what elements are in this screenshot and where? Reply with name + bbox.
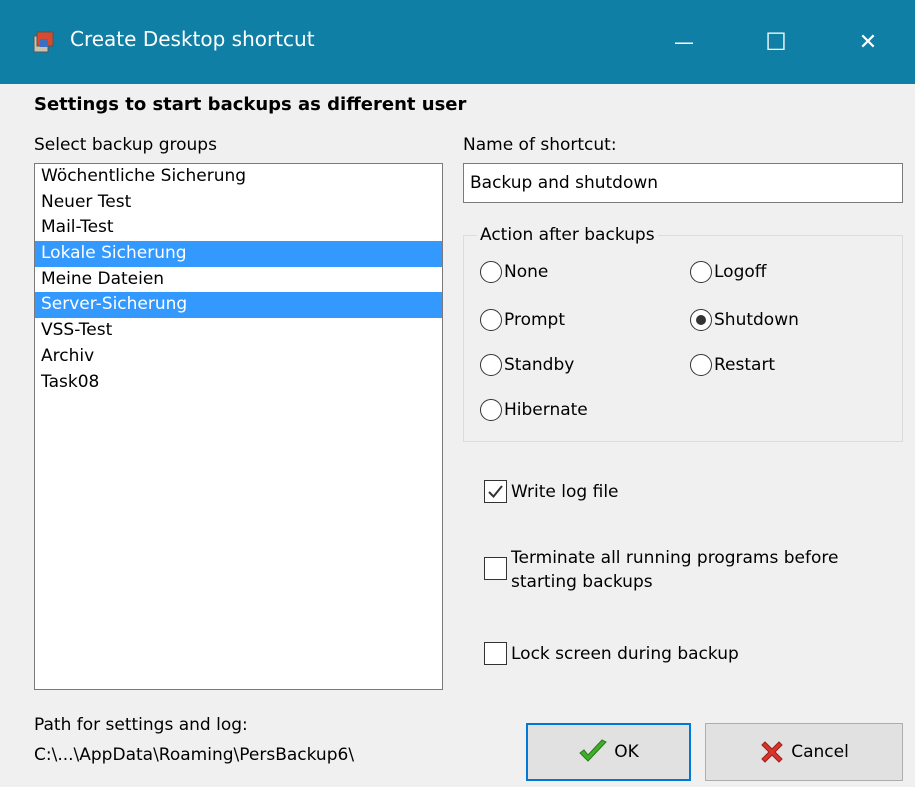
radio-logoff-label: Logoff	[714, 262, 767, 282]
radio-prompt-indicator	[480, 309, 502, 331]
minimize-icon: —	[674, 30, 694, 54]
close-icon: ✕	[858, 29, 878, 55]
lock-screen-checkbox[interactable]: Lock screen during backup	[484, 642, 739, 665]
terminate-programs-label-line1: Terminate all running programs before	[511, 548, 839, 568]
radio-standby-label: Standby	[504, 355, 575, 375]
radio-standby[interactable]: Standby	[480, 354, 574, 376]
window-title: Create Desktop shortcut	[70, 27, 315, 51]
radio-restart-indicator	[690, 354, 712, 376]
radio-logoff-indicator	[690, 261, 712, 283]
radio-restart[interactable]: Restart	[690, 354, 775, 376]
lock-screen-box	[484, 642, 507, 665]
cancel-label: Cancel	[791, 742, 849, 762]
radio-hibernate-label: Hibernate	[504, 400, 588, 420]
radio-prompt[interactable]: Prompt	[480, 309, 565, 331]
backup-groups-list[interactable]: Wöchentliche Sicherung Neuer Test Mail-Tes…	[34, 163, 443, 690]
radio-logoff[interactable]: Logoff	[690, 261, 766, 283]
radio-restart-label: Restart	[714, 355, 776, 375]
check-icon	[579, 739, 608, 762]
maximize-icon: ☐	[765, 28, 787, 56]
backup-groups-label: Select backup groups	[34, 135, 217, 155]
list-item[interactable]: Neuer Test	[35, 190, 442, 216]
radio-none[interactable]: None	[480, 261, 548, 283]
minimize-button[interactable]: —	[654, 14, 714, 70]
path-value: C:\...\AppData\Roaming\PersBackup6\	[34, 745, 355, 765]
lock-screen-label: Lock screen during backup	[511, 643, 739, 664]
terminate-programs-label-line2: starting backups	[511, 572, 653, 592]
radio-hibernate[interactable]: Hibernate	[480, 399, 588, 421]
title-bar: Create Desktop shortcut — ☐ ✕	[0, 0, 915, 84]
close-button[interactable]: ✕	[838, 14, 898, 70]
maximize-button[interactable]: ☐	[746, 14, 806, 70]
radio-shutdown-indicator	[690, 309, 712, 331]
section-title: Settings to start backups as different u…	[34, 94, 467, 115]
terminate-programs-label: Terminate all running programs before st…	[511, 546, 838, 594]
radio-none-label: None	[504, 262, 549, 282]
cancel-button[interactable]: Cancel	[705, 723, 903, 781]
list-item[interactable]: Wöchentliche Sicherung	[35, 164, 442, 190]
radio-prompt-label: Prompt	[504, 310, 565, 330]
list-item[interactable]: Lokale Sicherung	[35, 241, 442, 267]
radio-standby-indicator	[480, 354, 502, 376]
list-item[interactable]: Archiv	[35, 344, 442, 370]
action-legend: Action after backups	[477, 225, 658, 245]
list-item[interactable]: Task08	[35, 370, 442, 396]
cancel-x-icon	[761, 741, 783, 763]
app-icon	[33, 31, 54, 53]
write-log-label: Write log file	[511, 481, 619, 502]
write-log-checkbox[interactable]: Write log file	[484, 480, 619, 503]
path-label: Path for settings and log:	[34, 715, 248, 735]
ok-label: OK	[614, 742, 639, 762]
list-item[interactable]: VSS-Test	[35, 318, 442, 344]
list-item[interactable]: Mail-Test	[35, 215, 442, 241]
radio-hibernate-indicator	[480, 399, 502, 421]
shortcut-name-input[interactable]: Backup and shutdown	[463, 163, 903, 203]
radio-shutdown[interactable]: Shutdown	[690, 309, 799, 331]
radio-shutdown-label: Shutdown	[714, 310, 799, 330]
list-item[interactable]: Server-Sicherung	[35, 292, 442, 319]
write-log-box	[484, 480, 507, 503]
terminate-programs-box	[484, 557, 507, 580]
ok-button[interactable]: OK	[526, 723, 691, 781]
radio-none-indicator	[480, 261, 502, 283]
terminate-programs-checkbox[interactable]: Terminate all running programs before st…	[484, 546, 838, 594]
list-item[interactable]: Meine Dateien	[35, 267, 442, 293]
shortcut-name-label: Name of shortcut:	[463, 135, 617, 155]
